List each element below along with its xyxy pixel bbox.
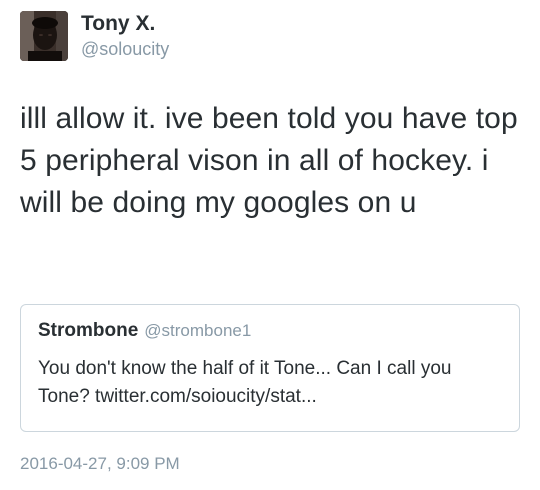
avatar[interactable] [20, 11, 68, 61]
quoted-tweet-header: Strombone @strombone1 [38, 319, 251, 344]
quoted-author-handle: @strombone1 [144, 321, 252, 340]
quoted-author-display-name: Strombone [38, 320, 139, 341]
quoted-tweet-text: You don't know the half of it Tone... Ca… [38, 358, 452, 407]
tweet-timestamp[interactable]: 2016-04-27, 9:09 PM [20, 453, 180, 475]
tweet-card: Tony X. @soloucity illl allow it. ive be… [0, 0, 540, 490]
quoted-tweet-card[interactable]: Strombone @strombone1 You don't know the … [20, 304, 520, 432]
author-display-name[interactable]: Tony X. [81, 12, 155, 36]
tweet-text: illl allow it. ive been told you have to… [20, 102, 518, 219]
profile-photo-icon [20, 11, 68, 61]
author-handle[interactable]: @soloucity [81, 38, 169, 60]
